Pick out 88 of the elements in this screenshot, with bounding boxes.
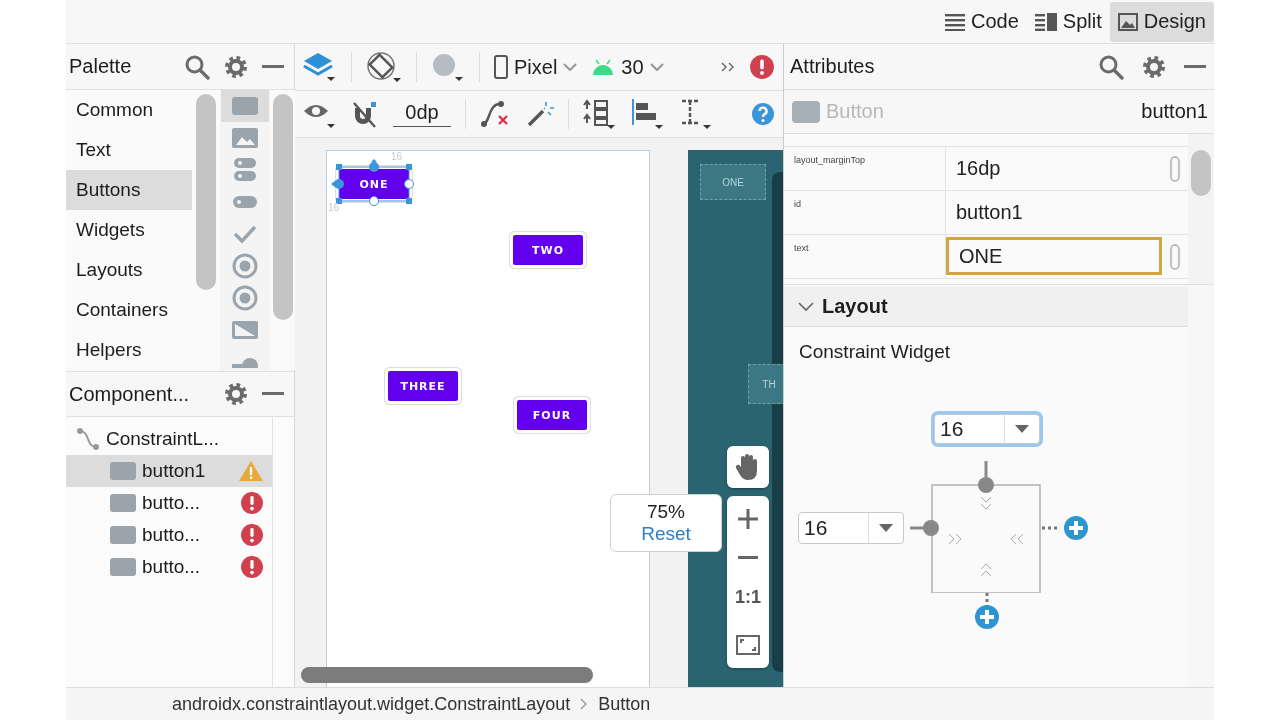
split-view-icon [1034,12,1057,31]
chevron-down-icon [563,63,578,71]
layers-icon[interactable] [303,51,337,83]
align-icon[interactable] [631,99,665,129]
search-icon[interactable] [184,53,210,80]
section-header[interactable]: Layout [784,287,1188,327]
panel-title: Component... [69,382,191,406]
tree-item[interactable]: button1 [66,455,272,487]
margin-dropdown[interactable]: 16 [798,512,904,544]
attribute-value-field[interactable]: ONE [946,237,1162,275]
dotted-line-drawing [1042,526,1060,530]
zoom-out-button[interactable] [738,556,758,561]
scrollbar[interactable] [301,667,593,683]
fit-screen-icon [736,634,760,655]
palette-category[interactable]: Containers [66,290,192,330]
rotate-icon[interactable] [366,51,402,83]
scrollbar[interactable] [272,94,293,320]
tree-item[interactable]: butto... [66,551,272,583]
api-level-dropdown[interactable]: 30 [591,55,664,79]
settings-icon[interactable] [1142,54,1166,79]
chevron-right-icon [580,698,589,710]
button-widget-icon [792,100,820,123]
palette-category[interactable]: Common [66,90,192,130]
view-mode-tab[interactable]: Split [1026,1,1110,42]
button-widget-icon [110,462,136,480]
breadcrumb-item[interactable]: Button [598,693,651,715]
palette-category[interactable]: Helpers [66,330,192,370]
panel-title: Palette [69,55,133,78]
panel-title: Attributes [790,55,876,78]
plus-icon [738,509,758,530]
magnet-off-icon[interactable] [351,100,379,128]
add-constraint-icon[interactable] [974,604,1000,630]
tree-item[interactable]: ConstraintL... [66,423,272,455]
margin-field[interactable]: 0dp [393,101,451,127]
search-icon[interactable] [1098,53,1124,80]
scrollbar[interactable] [196,94,216,290]
component-type: Button [826,100,885,123]
palette-category[interactable]: Layouts [66,250,192,290]
zoom-level: 75% [647,501,685,523]
minimize-icon[interactable] [262,64,284,69]
palette-category[interactable]: Buttons [66,170,192,210]
section-subtitle: Constraint Widget [799,341,950,363]
device-dropdown[interactable]: Pixel [494,55,578,79]
breadcrumb-item[interactable]: androidx.constraintlayout.widget.ConstraintLayout [172,693,571,715]
caret-icon [879,524,893,532]
settings-icon[interactable] [224,54,248,79]
palette-category[interactable]: Widgets [66,210,192,250]
overflow-chevron-icon[interactable] [721,62,735,72]
attribute-name: text [784,235,946,278]
scrollbar[interactable] [1191,150,1211,196]
button-widget-icon [110,494,136,512]
add-constraint-icon[interactable] [1063,515,1089,541]
pan-button[interactable] [727,446,769,488]
component-id: button1 [1141,100,1208,123]
settings-icon[interactable] [224,382,248,406]
help-icon[interactable] [751,102,775,126]
chevron-down-icon [798,301,814,312]
lines-icon [945,12,965,31]
button-widget-icon [110,558,136,576]
attribute-value-field[interactable]: 16dp [946,149,1162,187]
phone-icon [494,55,508,79]
chevron-down-icon [649,63,664,71]
tree-item[interactable]: butto... [66,487,272,519]
constraint-connector-drawing [910,519,940,537]
pack-icon[interactable] [583,99,617,129]
actual-size-button[interactable]: 1:1 [735,586,761,608]
caret-icon [1015,425,1029,433]
palette-category[interactable]: Text [66,130,192,170]
margin-dropdown[interactable]: 16 [934,414,1040,444]
attribute-name: layout_marginTop [784,147,946,190]
tree-item[interactable]: butto... [66,519,272,551]
connector-icon [76,427,100,451]
minimize-icon[interactable] [1184,64,1206,69]
image-icon [1117,12,1138,31]
attribute-name: id [784,191,946,234]
guidelines-icon[interactable] [679,99,713,129]
attribute-value-field[interactable]: button1 [946,193,1162,231]
button-widget-icon [110,526,136,544]
fit-screen-button[interactable] [736,634,760,655]
magic-wand-icon[interactable] [526,100,554,128]
minimize-icon[interactable] [262,392,284,396]
view-mode-tab[interactable]: Design [1109,1,1214,42]
minus-icon [738,556,758,561]
margin-label: 16 [328,202,340,213]
view-mode-tab[interactable]: Code [937,1,1027,42]
reset-link[interactable]: Reset [641,523,691,545]
android-icon [591,59,616,75]
zoom-in-button[interactable] [738,509,758,530]
